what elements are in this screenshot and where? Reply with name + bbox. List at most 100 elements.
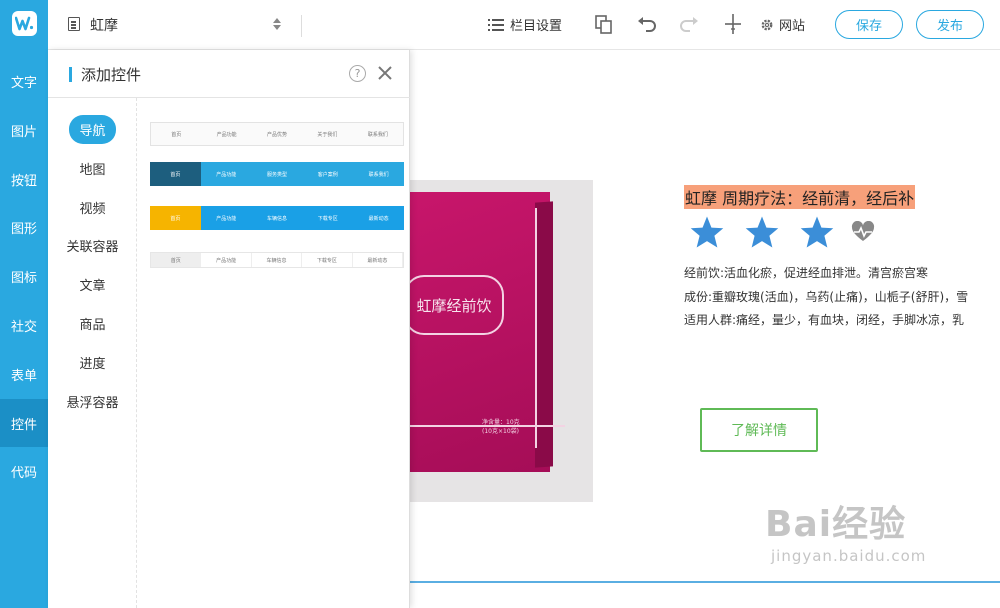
product-small-line: 净含量：10克 <box>482 419 520 426</box>
rail-item-code[interactable]: 代码 <box>0 447 48 495</box>
category-progress[interactable]: 进度 <box>48 348 137 376</box>
rail-item-label: 按钮 <box>10 173 37 189</box>
category-label: 关联容器 <box>66 239 119 255</box>
rail-item-shape[interactable]: 图形 <box>0 203 48 251</box>
top-toolbar: 虹摩 栏目设置 网站 保存 发布 <box>48 0 1000 50</box>
description-line: 经前饮:活血化瘀，促进经血排泄。清宫瘀宫寒 <box>684 266 929 280</box>
rail-item-label: 控件 <box>10 417 37 433</box>
rail-item-controls[interactable]: 控件 <box>0 399 48 447</box>
category-label: 视频 <box>79 201 106 217</box>
rail-item-form[interactable]: 表单 <box>0 350 48 398</box>
nav-template-blue-dark[interactable]: 首页 产品功能 服务类型 客户案例 联系我们 <box>150 162 404 186</box>
category-label: 商品 <box>79 317 106 333</box>
watermark-url: jingyan.baidu.com <box>771 547 927 565</box>
watermark-logo: Bai经验 <box>765 504 907 545</box>
ruler-align-icon[interactable] <box>722 13 744 35</box>
box-line <box>535 208 537 448</box>
rail-item-label: 社交 <box>10 319 37 335</box>
nav-template-item: 产品功能 <box>216 171 237 178</box>
left-rail: 文字 图片 按钮 图形 图标 社交 表单 控件 代码 <box>0 0 48 608</box>
nav-template-item: 联系我们 <box>367 131 388 138</box>
star-icon <box>745 216 779 248</box>
nav-template-item: 车辆信息 <box>266 215 287 222</box>
undo-icon[interactable] <box>636 13 658 35</box>
redo-icon[interactable] <box>678 13 700 35</box>
page-canvas[interactable]: 虹摩经前饮 净含量：10克 (10克×10袋) 虹摩 周期疗法：经前清，经后补 … <box>410 50 1000 608</box>
gear-icon <box>761 19 773 30</box>
website-label: 网站 <box>779 19 806 34</box>
rail-item-label: 图标 <box>10 270 37 286</box>
category-product[interactable]: 商品 <box>48 309 137 337</box>
category-linked-container[interactable]: 关联容器 <box>48 231 137 259</box>
star-icon <box>690 216 724 248</box>
section-baseline <box>410 581 1000 583</box>
panel-title-bar <box>69 67 72 82</box>
rail-item-icon[interactable]: 图标 <box>0 252 48 300</box>
rail-item-text[interactable]: 文字 <box>0 57 48 105</box>
website-settings-button[interactable]: 网站 <box>760 15 805 34</box>
nav-template-item: 产品优势 <box>267 131 288 138</box>
rail-item-social[interactable]: 社交 <box>0 301 48 349</box>
save-button[interactable]: 保存 <box>835 10 903 39</box>
product-box-side <box>535 201 553 468</box>
list-icon <box>488 18 504 31</box>
panel-title: 添加控件 <box>81 66 142 84</box>
sort-toggle-icon[interactable] <box>272 17 282 31</box>
column-settings-button[interactable]: 栏目设置 <box>488 15 562 34</box>
document-icon <box>68 17 80 31</box>
panel-header: 添加控件 ? <box>48 50 410 98</box>
product-label: 虹摩经前饮 <box>410 275 504 335</box>
nav-template-item: 车辆信息 <box>252 253 303 267</box>
nav-template-arrows[interactable]: 首页 产品功能 车辆信息 下载专区 最新动态 <box>150 252 404 268</box>
rail-item-label: 图片 <box>10 124 37 140</box>
nav-template-item: 下载专区 <box>302 253 353 267</box>
rail-item-image[interactable]: 图片 <box>0 106 48 154</box>
nav-template-plain[interactable]: 首页 产品功能 产品优势 关于我们 联系我们 <box>150 122 404 146</box>
category-navigation[interactable]: 导航 <box>48 114 137 144</box>
editor-app: 文字 图片 按钮 图形 图标 社交 表单 控件 代码 虹摩 栏目设置 网站 保存… <box>0 0 1000 608</box>
category-label: 文章 <box>79 278 106 294</box>
copy-page-icon[interactable] <box>593 13 615 35</box>
category-video[interactable]: 视频 <box>48 193 137 221</box>
rating-stars[interactable] <box>689 215 875 249</box>
category-label: 悬浮容器 <box>66 395 119 411</box>
rail-item-button[interactable]: 按钮 <box>0 155 48 203</box>
nav-template-item: 服务类型 <box>266 171 287 178</box>
nav-template-blue-yellow[interactable]: 首页 产品功能 车辆信息 下载专区 最新动态 <box>150 206 404 230</box>
product-headline[interactable]: 虹摩 周期疗法：经前清，经后补 <box>684 185 916 209</box>
category-map[interactable]: 地图 <box>48 154 137 182</box>
description-line: 适用人群:痛经，量少，有血块，闭经，手脚冰凉，乳 <box>684 313 965 327</box>
product-small-text: 净含量：10克 (10克×10袋) <box>482 418 520 436</box>
close-icon[interactable] <box>375 63 395 83</box>
nav-template-item: 首页 <box>151 253 202 267</box>
document-title[interactable]: 虹摩 <box>90 15 118 35</box>
learn-more-button[interactable]: 了解详情 <box>700 408 818 452</box>
app-logo-icon[interactable] <box>12 11 37 36</box>
nav-template-item: 产品功能 <box>201 253 252 267</box>
category-article[interactable]: 文章 <box>48 270 137 298</box>
publish-button[interactable]: 发布 <box>916 10 984 39</box>
product-description[interactable]: 经前饮:活血化瘀，促进经血排泄。清宫瘀宫寒 成份:重瓣玫瑰(活血)，乌药(止痛)… <box>684 262 968 333</box>
category-label: 进度 <box>79 356 106 372</box>
help-icon[interactable]: ? <box>349 65 366 82</box>
rail-item-label: 图形 <box>10 221 37 237</box>
nav-template-item: 联系我们 <box>368 171 389 178</box>
product-small-line: (10克×10袋) <box>482 428 519 435</box>
column-settings-label: 栏目设置 <box>510 19 563 34</box>
nav-template-item: 下载专区 <box>317 215 338 222</box>
add-control-panel: 添加控件 ? 导航 地图 视频 关联容器 文章 商品 进度 悬浮容器 首页 产品… <box>48 50 410 608</box>
category-list: 导航 地图 视频 关联容器 文章 商品 进度 悬浮容器 <box>48 98 137 608</box>
rail-item-label: 代码 <box>10 465 37 481</box>
toolbar-divider <box>301 15 302 37</box>
nav-template-item: 产品功能 <box>216 215 237 222</box>
rail-item-label: 表单 <box>10 368 37 384</box>
nav-template-item: 最新动态 <box>353 253 404 267</box>
star-icon <box>800 216 834 248</box>
category-floating-container[interactable]: 悬浮容器 <box>48 387 137 415</box>
product-image[interactable]: 虹摩经前饮 净含量：10克 (10克×10袋) <box>410 180 593 502</box>
description-line: 成份:重瓣玫瑰(活血)，乌药(止痛)，山栀子(舒肝)，雪 <box>684 289 969 304</box>
nav-template-item: 关于我们 <box>317 131 338 138</box>
heartbeat-icon <box>851 221 875 241</box>
nav-template-item: 客户案例 <box>317 171 338 178</box>
watermark: Bai经验 jingyan.baidu.com <box>765 495 926 565</box>
